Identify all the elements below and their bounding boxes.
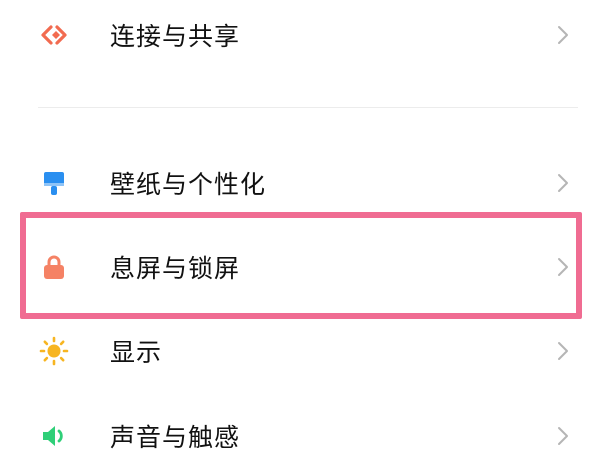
- speaker-icon: [38, 420, 70, 452]
- chevron-right-icon: [555, 172, 571, 194]
- section-divider: [38, 107, 578, 108]
- settings-item-lock-screen[interactable]: 息屏与锁屏: [0, 227, 600, 307]
- settings-item-label: 息屏与锁屏: [110, 254, 241, 283]
- chevron-right-icon: [555, 425, 571, 447]
- chevron-right-icon: [555, 256, 571, 278]
- connection-share-icon: [38, 19, 70, 51]
- settings-item-label: 声音与触感: [110, 423, 241, 452]
- settings-item-label: 壁纸与个性化: [110, 170, 267, 199]
- lock-icon: [38, 251, 70, 283]
- wallpaper-brush-icon: [38, 167, 70, 199]
- settings-item-wallpaper[interactable]: 壁纸与个性化: [0, 143, 600, 223]
- settings-item-sound[interactable]: 声音与触感: [0, 396, 600, 476]
- settings-item-display[interactable]: 显示: [0, 311, 600, 391]
- settings-item-connection-share[interactable]: 连接与共享: [0, 0, 600, 75]
- settings-item-label: 连接与共享: [110, 22, 241, 51]
- chevron-right-icon: [555, 24, 571, 46]
- settings-screen: 连接与共享 壁纸与个性化 息屏与锁屏 显示 声音与触感: [0, 0, 600, 452]
- sun-icon: [38, 335, 70, 367]
- settings-item-label: 显示: [110, 338, 163, 367]
- chevron-right-icon: [555, 340, 571, 362]
